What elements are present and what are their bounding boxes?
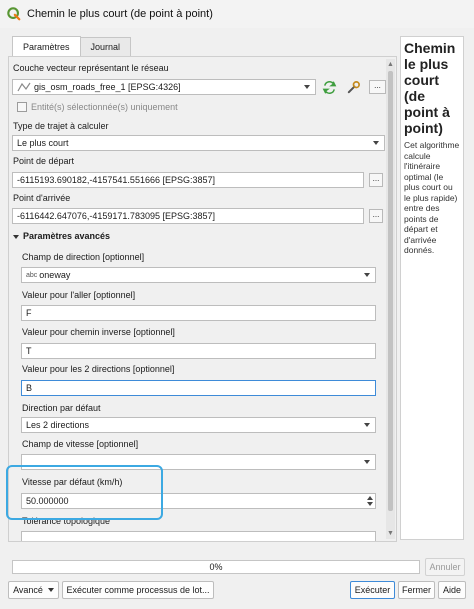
window-title: Chemin le plus court (de point à point) [27, 8, 213, 20]
direction-field-label: Champ de direction [optionnel] [22, 252, 145, 262]
line-layer-icon [17, 82, 31, 92]
refresh-icon [322, 80, 336, 94]
both-directions-input[interactable]: B [21, 380, 376, 396]
path-type-value: Le plus court [17, 138, 69, 148]
advanced-button[interactable]: Avancé [8, 581, 59, 599]
end-point-label: Point d'arrivée [13, 193, 71, 203]
both-directions-value: B [26, 383, 33, 393]
selected-only-checkbox[interactable] [17, 102, 27, 112]
qgis-logo-icon [7, 7, 21, 21]
start-point-input[interactable]: -6115193.690182,-4157541.551666 [EPSG:38… [12, 172, 364, 188]
tolerance-input[interactable] [21, 531, 376, 541]
advanced-button-label: Avancé [13, 585, 43, 595]
direction-field-select[interactable]: abc oneway [21, 267, 376, 283]
wrench-button[interactable] [345, 79, 361, 95]
default-direction-label: Direction par défaut [22, 403, 101, 413]
backward-value-label: Valeur pour chemin inverse [optionnel] [22, 327, 175, 337]
default-direction-select[interactable]: Les 2 directions [21, 417, 376, 433]
vertical-scrollbar[interactable]: ▲ ▼ [386, 59, 395, 539]
text-field-type-icon: abc [26, 271, 38, 279]
end-point-input[interactable]: -6116442.647076,-4159171.783095 [EPSG:38… [12, 208, 364, 224]
end-point-pick-button[interactable]: ... [369, 209, 383, 223]
title-bar: Chemin le plus court (de point à point) [0, 0, 474, 28]
progress-text: 0% [209, 562, 223, 572]
default-direction-value: Les 2 directions [26, 420, 90, 430]
help-button-label: Aide [442, 585, 461, 595]
forward-value: F [26, 308, 32, 318]
help-title: Chemin le plus court (de point à point) [404, 40, 456, 136]
wrench-icon [347, 80, 360, 93]
backward-value-input[interactable]: T [21, 343, 376, 359]
run-as-batch-button[interactable]: Exécuter comme processus de lot... [62, 581, 214, 599]
direction-field-value: oneway [39, 270, 71, 280]
network-layer-value: gis_osm_roads_free_1 [EPSG:4326] [34, 82, 181, 92]
cancel-button[interactable]: Annuler [425, 558, 465, 576]
scroll-down-icon[interactable]: ▼ [387, 530, 394, 537]
highlight-annotation [6, 465, 163, 520]
network-layer-label: Couche vecteur représentant le réseau [13, 63, 169, 73]
advanced-section-label: Paramètres avancés [23, 231, 111, 241]
scroll-thumb[interactable] [388, 71, 393, 511]
dots-label: ... [372, 174, 380, 183]
tab-journal[interactable]: Journal [79, 37, 132, 56]
chevron-down-icon [13, 234, 19, 239]
run-as-batch-label: Exécuter comme processus de lot... [66, 585, 210, 595]
forward-value-input[interactable]: F [21, 305, 376, 321]
help-description: Cet algorithme calcule l'itinéraire opti… [404, 140, 460, 255]
path-type-label: Type de trajet à calculer [13, 121, 109, 131]
start-point-value: -6115193.690182,-4157541.551666 [EPSG:38… [17, 175, 215, 185]
dots-label: ... [372, 210, 380, 219]
both-directions-label: Valeur pour les 2 directions [optionnel] [22, 364, 175, 374]
refresh-button[interactable] [321, 79, 337, 95]
network-layer-options-button[interactable]: ... [369, 80, 386, 94]
progress-bar: 0% [12, 560, 420, 574]
run-button-label: Exécuter [354, 585, 391, 595]
run-button[interactable]: Exécuter [350, 581, 395, 599]
start-point-pick-button[interactable]: ... [369, 173, 383, 187]
forward-value-label: Valeur pour l'aller [optionnel] [22, 290, 136, 300]
speed-field-label: Champ de vitesse [optionnel] [22, 439, 139, 449]
backward-value: T [26, 346, 32, 356]
path-type-select[interactable]: Le plus court [12, 135, 385, 151]
help-button[interactable]: Aide [438, 581, 466, 599]
close-button[interactable]: Fermer [398, 581, 435, 599]
end-point-value: -6116442.647076,-4159171.783095 [EPSG:38… [17, 211, 215, 221]
tab-bar: Paramètres Journal [12, 36, 132, 57]
help-panel: Chemin le plus court (de point à point) … [400, 36, 464, 540]
tab-parametres[interactable]: Paramètres [12, 36, 81, 56]
scroll-up-icon[interactable]: ▲ [387, 61, 394, 68]
chevron-down-icon [47, 588, 54, 592]
spin-up-icon[interactable] [367, 496, 373, 500]
selected-only-label: Entité(s) sélectionnée(s) uniquement [31, 102, 178, 112]
advanced-section-toggle[interactable]: Paramètres avancés [13, 231, 110, 241]
dots-label: ... [374, 81, 381, 90]
close-button-label: Fermer [402, 585, 431, 595]
spin-down-icon[interactable] [367, 502, 373, 506]
start-point-label: Point de départ [13, 156, 75, 166]
cancel-button-label: Annuler [429, 562, 461, 572]
network-layer-select[interactable]: gis_osm_roads_free_1 [EPSG:4326] [12, 79, 316, 95]
